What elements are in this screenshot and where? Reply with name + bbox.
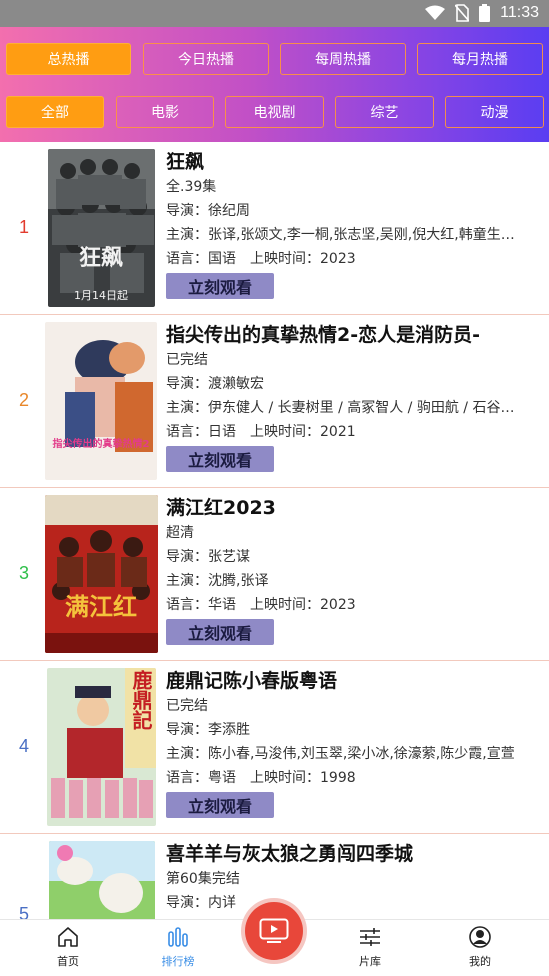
item-status: 第60集完结 (166, 871, 240, 887)
item-cast: 主演：沈腾,张译 (166, 573, 269, 589)
rank-number: 3 (18, 563, 29, 583)
item-director: 导演：渡濑敏宏 (166, 376, 264, 392)
rank-number: 1 (18, 217, 29, 237)
ranking-list: 1 狂飙 1月14日起 狂飙 全.39集 导演：徐纪周 主演：张译,张颂文,李一… (0, 142, 549, 919)
list-item[interactable]: 1 狂飙 1月14日起 狂飙 全.39集 导演：徐纪周 主演：张译,张颂文,李一… (0, 142, 549, 315)
poster-image[interactable]: 指尖传出的真挚热情2 (45, 322, 157, 480)
tab-category-anime[interactable]: 动漫 (445, 96, 544, 128)
item-status: 超清 (166, 525, 194, 541)
poster-title-text: 狂飙 (79, 245, 123, 271)
item-status: 已完结 (166, 698, 208, 714)
nav-library[interactable]: 片库 (340, 926, 400, 969)
no-sim-icon (455, 4, 470, 22)
nav-mine[interactable]: 我的 (450, 926, 510, 969)
item-cast: 主演：张译,张颂文,李一桐,张志坚,吴刚,倪大红,韩童生,高叶 (166, 227, 516, 243)
center-play-button[interactable] (245, 902, 303, 960)
nav-mine-label: 我的 (469, 955, 491, 968)
item-language-year: 语言：华语 上映时间：2023 (166, 597, 356, 613)
tab-category-variety[interactable]: 综艺 (335, 96, 434, 128)
poster-date-text: 1月14日起 (74, 289, 128, 302)
poster-image[interactable] (49, 841, 155, 919)
watch-now-button[interactable]: 立刻观看 (166, 619, 274, 645)
item-language-year: 语言：日语 上映时间：2021 (166, 424, 356, 440)
item-director: 导演：内详 (166, 895, 236, 911)
item-cast: 主演：伊东健人 / 长妻树里 / 高冢智人 / 驹田航 / 石谷春贵 (166, 400, 516, 416)
tab-period-today[interactable]: 今日热播 (143, 43, 269, 75)
rank-number: 4 (18, 736, 29, 756)
status-time: 11:33 (500, 4, 539, 21)
home-icon (58, 927, 78, 947)
item-title[interactable]: 鹿鼎记陈小春版粤语 (166, 668, 536, 694)
nav-library-label: 片库 (359, 955, 381, 968)
list-item[interactable]: 3 满江红 满江红2023 超清 导演：张艺谋 主演：沈腾,张译 语言：华语 上映… (0, 488, 549, 661)
item-language-year: 语言：国语 上映时间：2023 (166, 251, 356, 267)
poster-image[interactable]: 狂飙 1月14日起 (48, 149, 155, 307)
poster-title-text: 指尖传出的真挚热情2 (53, 437, 150, 450)
bar-chart-icon (168, 927, 188, 947)
item-director: 导演：李添胜 (166, 722, 250, 738)
item-title[interactable]: 满江红2023 (166, 495, 536, 521)
rank-number: 5 (18, 904, 29, 919)
rank-number: 2 (18, 390, 29, 410)
watch-now-button[interactable]: 立刻观看 (166, 792, 274, 818)
tab-category-movie[interactable]: 电影 (116, 96, 214, 128)
item-title[interactable]: 指尖传出的真挚热情2-恋人是消防员- (166, 322, 536, 348)
nav-home-label: 首页 (57, 955, 79, 968)
wifi-icon (425, 5, 446, 20)
sliders-icon (360, 928, 380, 946)
watch-now-button[interactable]: 立刻观看 (166, 446, 274, 472)
poster-image[interactable]: 满江红 (45, 495, 158, 653)
tab-category-all[interactable]: 全部 (6, 96, 104, 128)
nav-ranking-label: 排行榜 (161, 955, 195, 968)
item-status: 已完结 (166, 352, 208, 368)
tv-play-icon (259, 918, 289, 943)
nav-home[interactable]: 首页 (38, 926, 98, 969)
tab-period-weekly[interactable]: 每周热播 (280, 43, 406, 75)
item-cast: 主演：陈小春,马浚伟,刘玉翠,梁小冰,徐濠萦,陈少霞,宣萱 (166, 746, 515, 762)
item-director: 导演：张艺谋 (166, 549, 250, 565)
poster-image[interactable]: 鹿鼎記 (47, 668, 156, 826)
item-status: 全.39集 (166, 179, 217, 195)
user-icon (469, 926, 491, 948)
tab-category-tv[interactable]: 电视剧 (225, 96, 324, 128)
item-title[interactable]: 狂飙 (166, 149, 536, 175)
watch-now-button[interactable]: 立刻观看 (166, 273, 274, 299)
status-bar: 11:33 (0, 0, 549, 27)
tab-period-monthly[interactable]: 每月热播 (417, 43, 543, 75)
tab-period-total[interactable]: 总热播 (6, 43, 131, 75)
item-title[interactable]: 喜羊羊与灰太狼之勇闯四季城 (166, 841, 536, 867)
poster-title-text: 满江红 (65, 592, 137, 621)
poster-title-text: 鹿鼎記 (129, 669, 153, 730)
item-director: 导演：徐纪周 (166, 203, 250, 219)
list-item[interactable]: 2 指尖传出的真挚热情2 指尖传出的真挚热情2-恋人是消防员- 已完结 导演：渡… (0, 315, 549, 488)
filter-header: 总热播 今日热播 每周热播 每月热播 全部 电影 电视剧 综艺 动漫 (0, 27, 549, 142)
item-language-year: 语言：粤语 上映时间：1998 (166, 770, 356, 786)
list-item[interactable]: 4 鹿鼎記 鹿鼎记陈小春版粤语 已完结 导演：李添胜 主演：陈小春,马浚伟,刘玉… (0, 661, 549, 834)
battery-icon (479, 4, 491, 22)
nav-ranking[interactable]: 排行榜 (148, 926, 208, 969)
